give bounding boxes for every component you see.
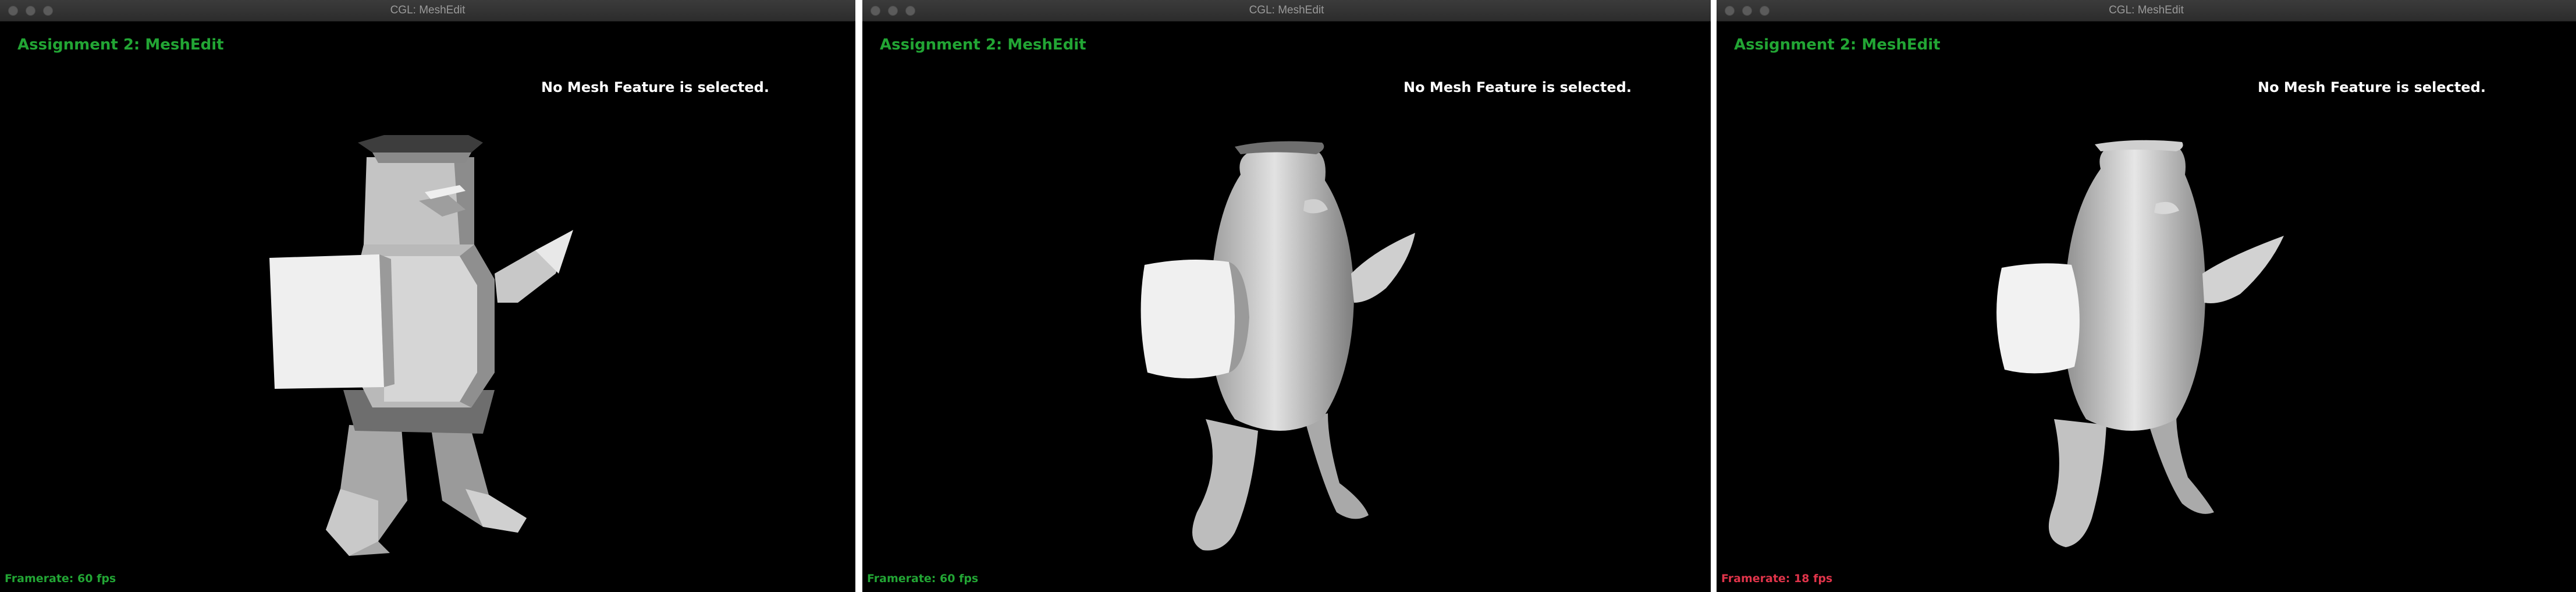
mesh-shield [1140,260,1235,378]
meshedit-window-1: CGL: MeshEdit Assignment 2: MeshEdit No … [0,0,855,592]
framerate-readout: Framerate: 60 fps [5,572,116,585]
mesh-model-smooth [1996,140,2284,547]
mesh-shield [269,254,384,389]
mesh-shield [1996,263,2080,374]
mesh-viewport[interactable] [1717,0,2576,592]
framerate-readout: Framerate: 60 fps [867,572,979,585]
framerate-readout: Framerate: 18 fps [1721,572,1833,585]
mesh-body [2063,144,2205,431]
mesh-hat-top [358,135,483,153]
mesh-leg-left [2048,419,2106,547]
mesh-leg-right [1305,413,1369,519]
mesh-arm [2202,236,2284,303]
mesh-leg-left [1192,419,1258,551]
mesh-viewport[interactable] [862,0,1711,592]
mesh-viewport[interactable] [0,0,855,592]
mesh-model-flat [269,135,573,556]
mesh-hat-rim [372,153,471,163]
mesh-leg-right [2147,413,2214,514]
meshedit-window-2: CGL: MeshEdit Assignment 2: MeshEdit No … [862,0,1711,592]
mesh-model-subdivided [1140,141,1415,551]
mesh-arm [1351,233,1415,303]
meshedit-window-3: CGL: MeshEdit Assignment 2: MeshEdit No … [1717,0,2576,592]
mesh-body-front [384,256,477,402]
